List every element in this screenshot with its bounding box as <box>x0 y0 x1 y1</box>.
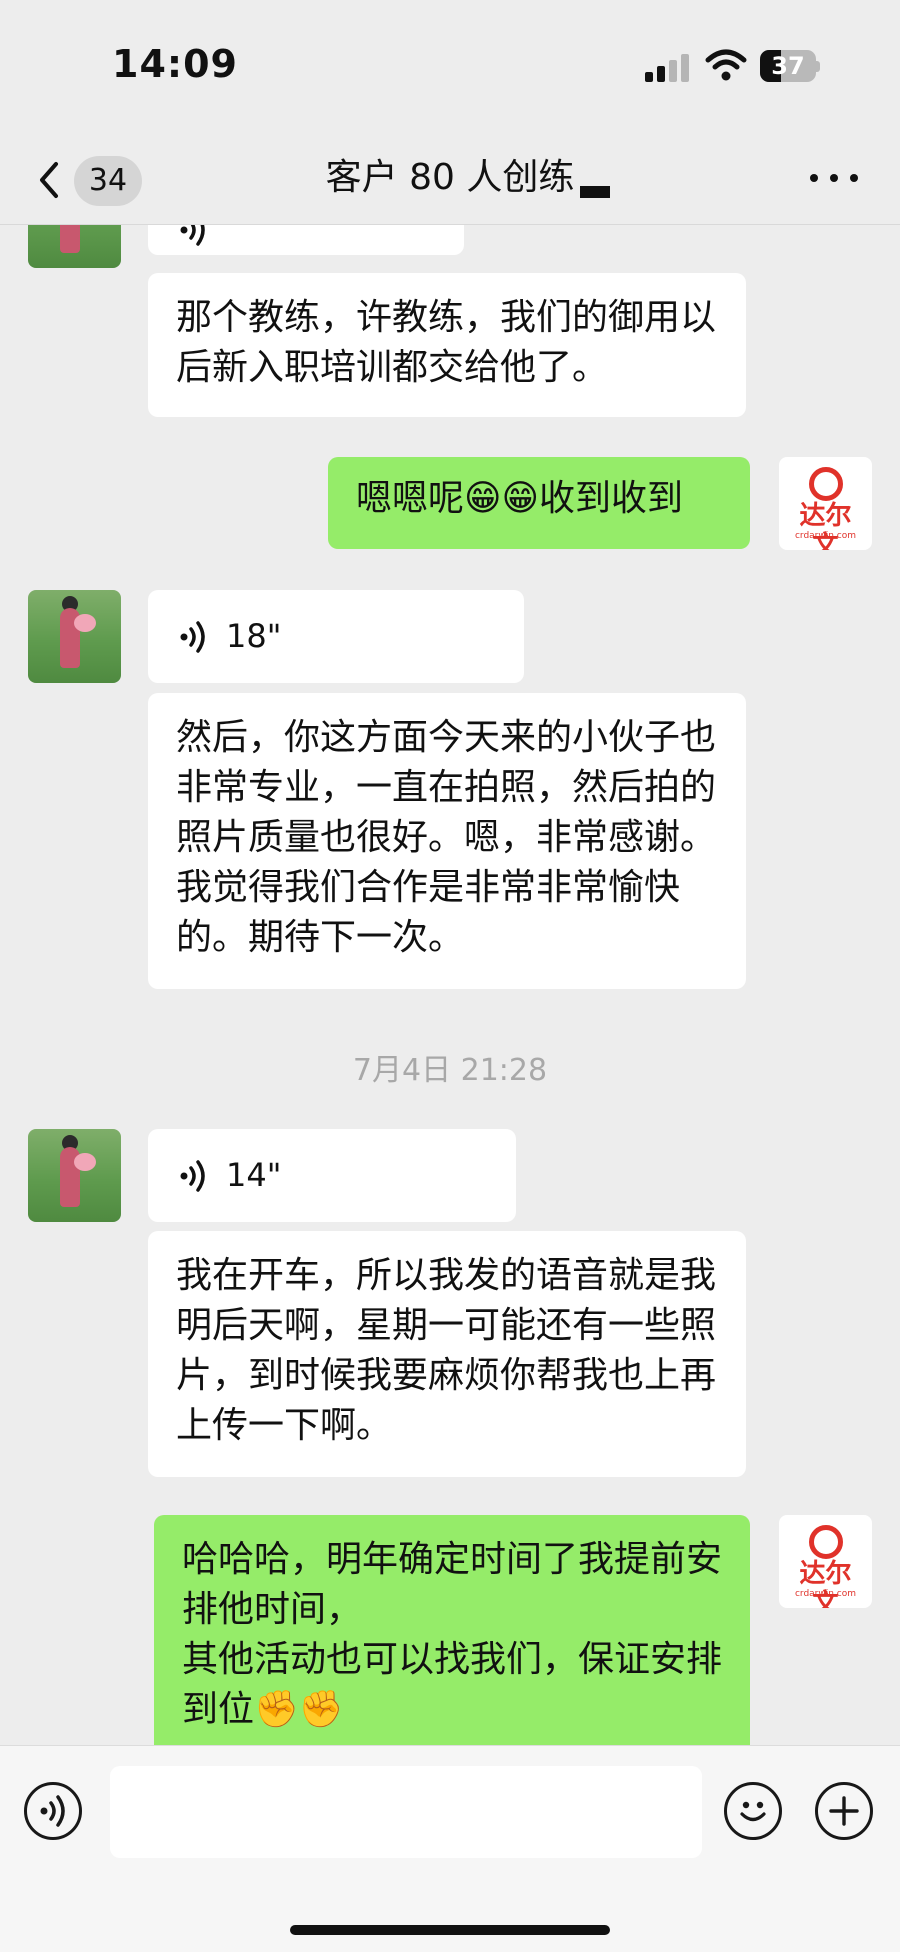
battery-level: 37 <box>771 52 805 80</box>
self-avatar[interactable]: 达尔文 crdarwin.com <box>779 457 872 550</box>
chat-header: 客户 80 人创练 34 <box>0 130 900 225</box>
message-list[interactable]: 那个教练，许教练，我们的御用以后新入职培训都交给他了。 嗯嗯呢😁😁收到收到 达尔… <box>0 225 900 1745</box>
received-text-message[interactable]: 我在开车，所以我发的语音就是我明后天啊，星期一可能还有一些照片，到时候我要麻烦你… <box>148 1231 746 1477</box>
contact-avatar[interactable] <box>28 1129 121 1222</box>
voice-wave-icon <box>180 621 205 653</box>
status-bar: 14:09 37 <box>0 0 900 130</box>
cellular-signal-icon <box>645 52 689 82</box>
title-redaction-mark <box>580 186 610 198</box>
back-button[interactable]: 34 <box>30 150 160 210</box>
input-bar <box>0 1745 900 1952</box>
emoji-button[interactable] <box>724 1782 782 1840</box>
message-timestamp: 7月4日 21:28 <box>352 1053 548 1088</box>
home-indicator[interactable] <box>290 1925 610 1935</box>
emoji-icon <box>740 1801 766 1822</box>
battery-icon: 37 <box>760 50 820 82</box>
sent-text-message[interactable]: 哈哈哈，明年确定时间了我提前安排他时间， 其他活动也可以找我们，保证安排到位✊✊ <box>154 1515 750 1745</box>
sent-text-message[interactable]: 嗯嗯呢😁😁收到收到 <box>328 457 750 549</box>
voice-mode-button[interactable] <box>24 1782 82 1840</box>
status-time: 14:09 <box>112 42 238 86</box>
voice-wave-icon <box>180 1160 205 1192</box>
plus-icon <box>829 1796 859 1826</box>
self-avatar[interactable]: 达尔文 crdarwin.com <box>779 1515 872 1608</box>
voice-duration: 18" <box>226 617 282 655</box>
plus-button[interactable] <box>815 1782 873 1840</box>
message-input[interactable] <box>110 1766 702 1858</box>
wifi-icon <box>705 49 747 81</box>
chevron-left-icon <box>40 162 58 198</box>
unread-count-badge: 34 <box>74 156 142 206</box>
voice-message[interactable]: 18" <box>148 590 524 683</box>
voice-message[interactable] <box>148 225 464 255</box>
contact-avatar[interactable] <box>28 590 121 683</box>
contact-avatar[interactable] <box>28 225 121 268</box>
voice-wave-icon <box>180 225 205 246</box>
voice-message[interactable]: 14" <box>148 1129 516 1222</box>
received-text-message[interactable]: 然后，你这方面今天来的小伙子也非常专业，一直在拍照，然后拍的照片质量也很好。嗯，… <box>148 693 746 989</box>
voice-mode-icon <box>40 1795 65 1827</box>
more-options-button[interactable] <box>810 168 860 188</box>
voice-duration: 14" <box>226 1156 282 1194</box>
received-text-message[interactable]: 那个教练，许教练，我们的御用以后新入职培训都交给他了。 <box>148 273 746 417</box>
